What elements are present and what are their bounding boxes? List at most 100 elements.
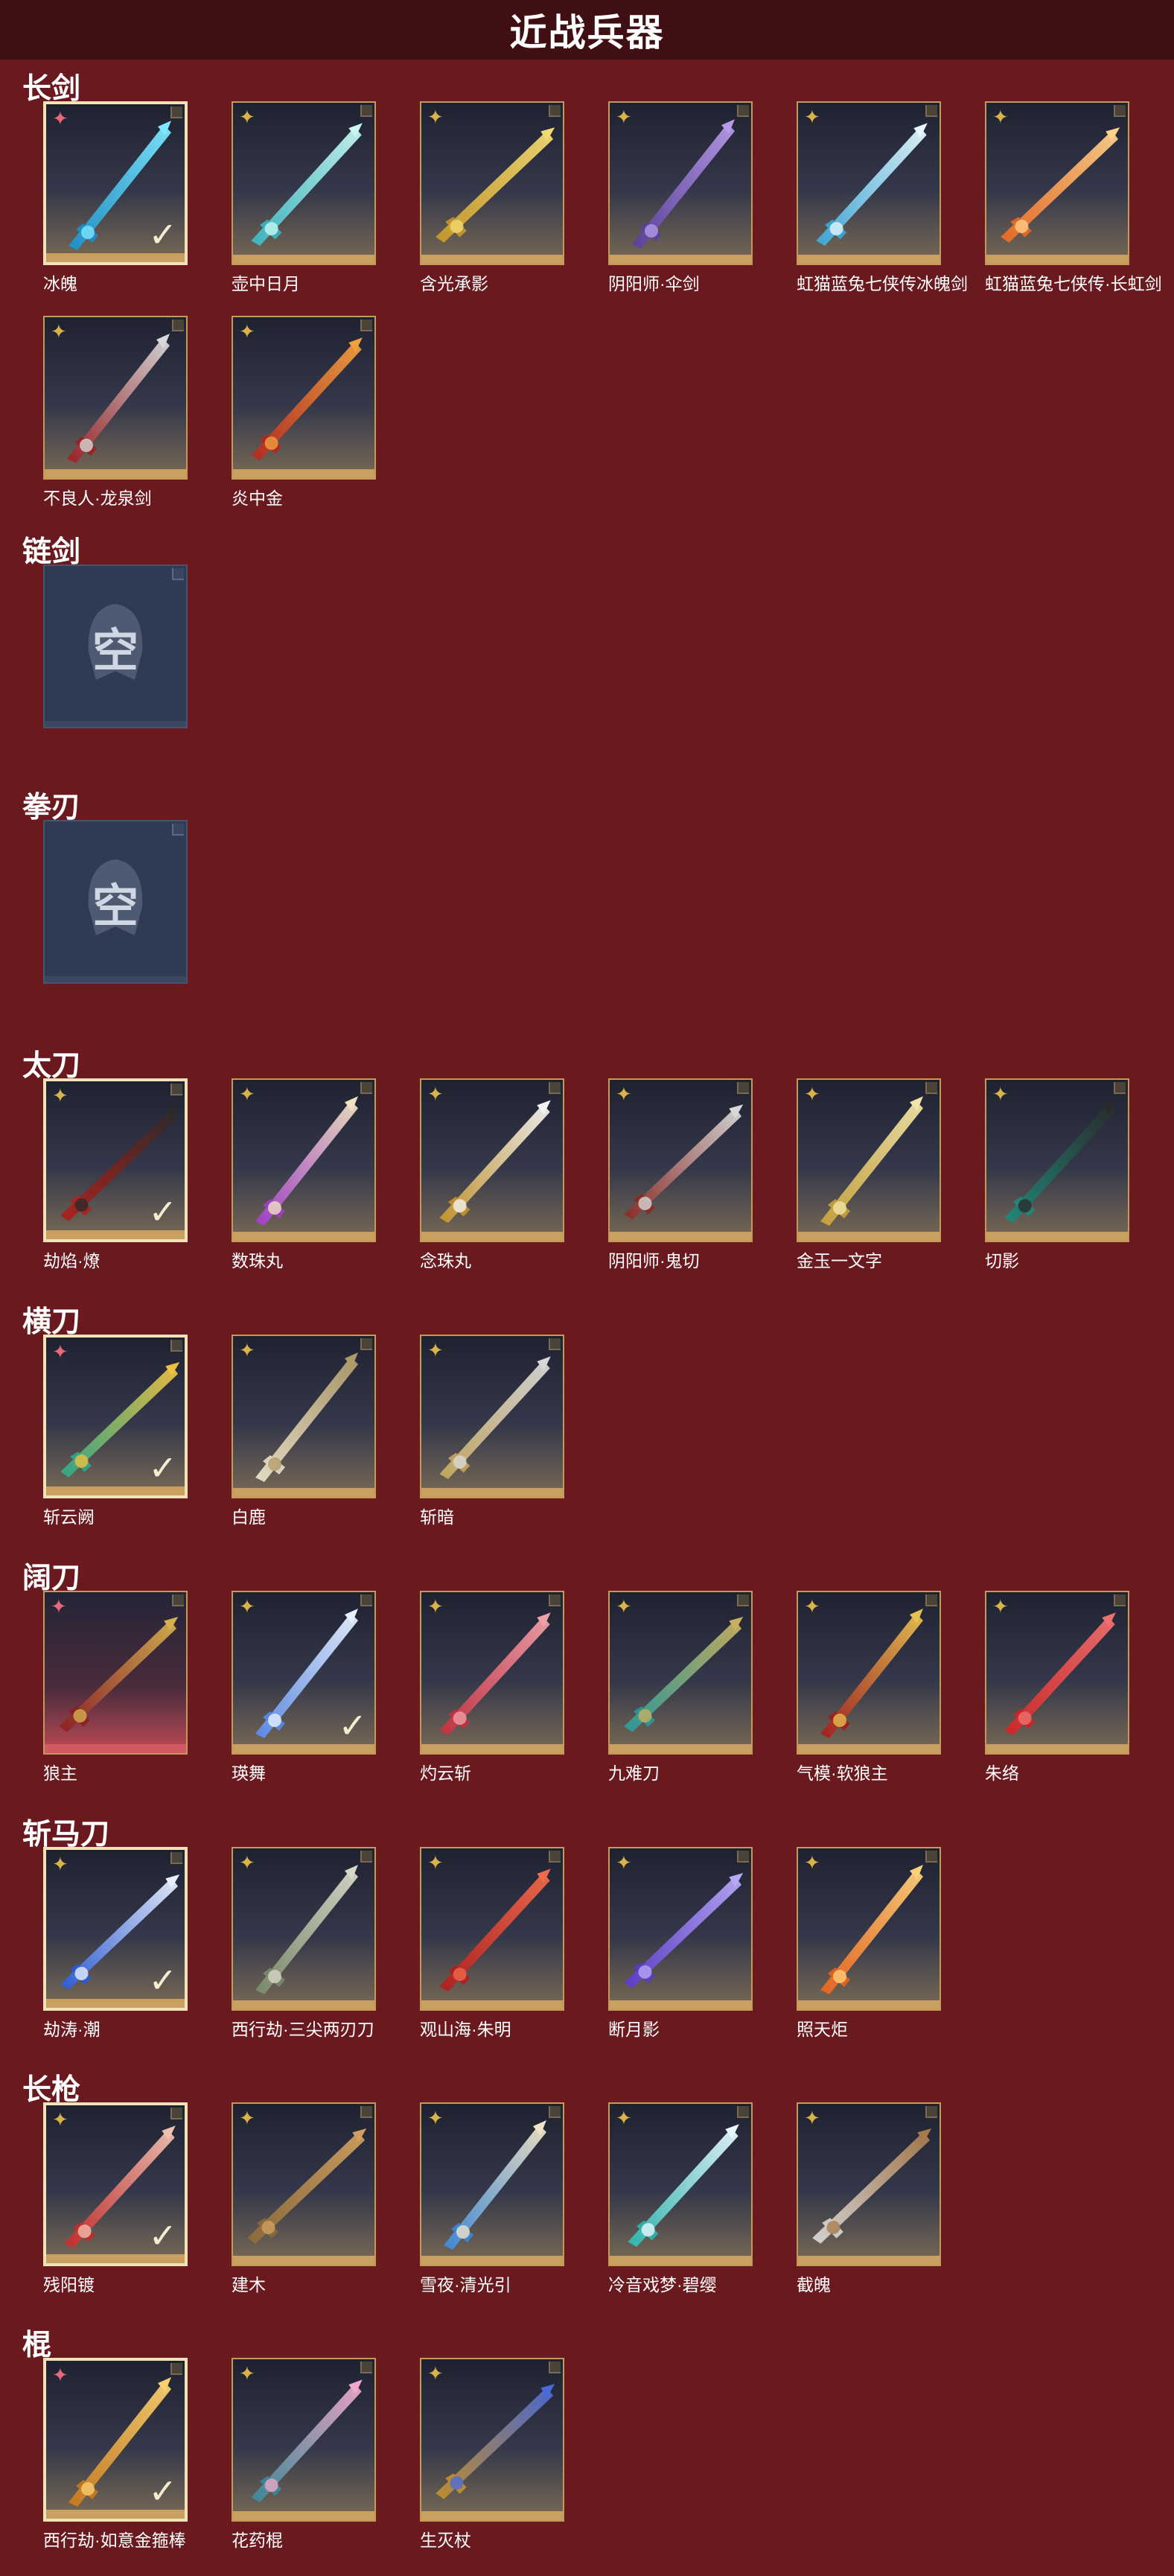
corner-tab-icon: [549, 1594, 561, 1606]
weapon-tile[interactable]: ✦: [608, 1591, 753, 1755]
weapon-card[interactable]: ✦ 数珠丸: [232, 1078, 376, 1272]
star-badge-icon: ✦: [52, 1853, 68, 1875]
weapon-tile[interactable]: ✦ ✓: [43, 101, 188, 265]
weapon-tile[interactable]: ✦: [985, 1078, 1129, 1242]
weapon-tile[interactable]: ✦: [420, 2102, 564, 2266]
corner-tab-icon: [360, 1338, 372, 1350]
weapon-name: 朱络: [985, 1764, 1019, 1783]
weapon-card[interactable]: ✦ 灼云斩: [420, 1591, 564, 1784]
weapon-card[interactable]: ✦ 白鹿: [232, 1335, 376, 1528]
empty-slot-tile[interactable]: 空: [43, 565, 188, 728]
weapon-tile[interactable]: ✦ ✓: [232, 1591, 376, 1755]
weapon-tile[interactable]: ✦: [608, 1847, 753, 2011]
weapon-name: 劫涛·潮: [43, 2020, 101, 2039]
weapon-card[interactable]: ✦ ✓ 斩云阙: [43, 1335, 188, 1528]
weapon-tile[interactable]: ✦: [420, 1591, 564, 1755]
weapon-tile[interactable]: ✦: [43, 316, 188, 480]
weapon-name: 观山海·朱明: [420, 2020, 511, 2039]
weapon-tile[interactable]: ✦: [797, 2102, 941, 2266]
weapon-tile[interactable]: ✦: [797, 101, 941, 265]
weapon-name: 冷音戏梦·碧缨: [608, 2275, 717, 2294]
weapon-card[interactable]: ✦ 西行劫·三尖两刃刀: [232, 1847, 376, 2041]
weapon-tile[interactable]: ✦ ✓: [43, 2102, 188, 2266]
weapon-card[interactable]: ✦ 照天炬: [797, 1847, 941, 2041]
weapon-tile[interactable]: ✦: [985, 1591, 1129, 1755]
weapon-card[interactable]: ✦ 金玉一文字: [797, 1078, 941, 1272]
weapon-card[interactable]: ✦ 不良人·龙泉剑: [43, 316, 188, 509]
weapon-card[interactable]: ✦ 生灭杖: [420, 2358, 564, 2551]
weapon-name: 炎中金: [232, 489, 283, 508]
weapon-name: 狼主: [43, 1764, 77, 1783]
corner-tab-icon: [925, 1082, 937, 1094]
weapon-card[interactable]: ✦ 炎中金: [232, 316, 376, 509]
weapon-card[interactable]: ✦ 切影: [985, 1078, 1129, 1272]
weapon-card[interactable]: ✦ 观山海·朱明: [420, 1847, 564, 2041]
weapon-card[interactable]: ✦ 朱络: [985, 1591, 1129, 1784]
weapon-tile[interactable]: ✦: [232, 1847, 376, 2011]
star-badge-icon: ✦: [616, 1595, 632, 1618]
weapon-card[interactable]: ✦ 虹猫蓝兔七侠传冰魄剑: [797, 101, 968, 295]
weapon-card[interactable]: ✦ 含光承影: [420, 101, 564, 295]
weapon-card[interactable]: ✦ 雪夜·清光引: [420, 2102, 564, 2296]
weapon-card[interactable]: ✦ ✓ 劫焰·燎: [43, 1078, 188, 1272]
corner-tab-icon: [360, 2106, 372, 2118]
weapon-tile[interactable]: ✦ ✓: [43, 1847, 188, 2011]
weapon-tile[interactable]: ✦: [420, 1847, 564, 2011]
weapon-tile[interactable]: ✦ ✓: [43, 2358, 188, 2522]
weapon-card[interactable]: ✦ ✓ 瑛舞: [232, 1591, 376, 1784]
checkmark-icon: ✓: [148, 215, 177, 254]
weapon-tile[interactable]: ✦: [43, 1591, 188, 1755]
weapon-card[interactable]: ✦ 花药棍: [232, 2358, 376, 2551]
weapon-card[interactable]: ✦ 断月影: [608, 1847, 753, 2041]
weapon-tile[interactable]: ✦ ✓: [43, 1078, 188, 1242]
weapon-card[interactable]: ✦ 建木: [232, 2102, 376, 2296]
weapon-card[interactable]: ✦ 狼主: [43, 1591, 188, 1784]
star-badge-icon: ✦: [804, 1595, 820, 1618]
weapon-tile[interactable]: ✦: [232, 1335, 376, 1498]
weapon-tile[interactable]: ✦: [797, 1591, 941, 1755]
corner-tab-icon: [172, 568, 184, 580]
weapon-card[interactable]: ✦ 九难刀: [608, 1591, 753, 1784]
weapon-name: 九难刀: [608, 1764, 660, 1783]
weapon-tile[interactable]: ✦: [232, 101, 376, 265]
weapon-card[interactable]: ✦ 气模·软狼主: [797, 1591, 941, 1784]
weapon-card[interactable]: ✦ ✓ 劫涛·潮: [43, 1847, 188, 2041]
checkmark-icon: ✓: [148, 2472, 177, 2510]
corner-tab-icon: [360, 319, 372, 331]
weapon-tile[interactable]: ✦: [985, 101, 1129, 265]
weapon-tile[interactable]: ✦: [420, 2358, 564, 2522]
empty-weapon-slot[interactable]: 空: [43, 565, 188, 728]
weapon-card[interactable]: ✦ ✓ 西行劫·如意金箍棒: [43, 2358, 188, 2551]
weapon-tile[interactable]: ✦: [232, 2358, 376, 2522]
empty-weapon-slot[interactable]: 空: [43, 820, 188, 984]
weapon-tile[interactable]: ✦: [420, 1078, 564, 1242]
weapon-name: 残阳镀: [43, 2275, 95, 2294]
weapon-card[interactable]: ✦ 虹猫蓝兔七侠传·长虹剑: [985, 101, 1162, 295]
corner-tab-icon: [170, 1340, 182, 1352]
weapon-card[interactable]: ✦ ✓ 残阳镀: [43, 2102, 188, 2296]
weapon-card[interactable]: ✦ 阴阳师·伞剑: [608, 101, 753, 295]
weapon-card[interactable]: ✦ 冷音戏梦·碧缨: [608, 2102, 753, 2296]
weapon-tile[interactable]: ✦: [420, 101, 564, 265]
weapon-card[interactable]: ✦ 阴阳师·鬼切: [608, 1078, 753, 1272]
weapon-tile[interactable]: ✦: [608, 101, 753, 265]
weapon-card[interactable]: ✦ 斩暗: [420, 1335, 564, 1528]
corner-tab-icon: [360, 1594, 372, 1606]
weapon-card[interactable]: ✦ ✓ 冰魄: [43, 101, 188, 295]
weapon-card[interactable]: ✦ 壶中日月: [232, 101, 376, 295]
weapon-card[interactable]: ✦ 截魄: [797, 2102, 941, 2296]
star-badge-icon: ✦: [804, 106, 820, 128]
empty-slot-tile[interactable]: 空: [43, 820, 188, 984]
weapon-tile[interactable]: ✦: [232, 2102, 376, 2266]
weapon-tile[interactable]: ✦: [797, 1847, 941, 2011]
weapon-tile[interactable]: ✦: [420, 1335, 564, 1498]
weapon-tile[interactable]: ✦: [797, 1078, 941, 1242]
corner-tab-icon: [737, 2106, 749, 2118]
weapon-tile[interactable]: ✦: [608, 1078, 753, 1242]
weapon-tile[interactable]: ✦: [608, 2102, 753, 2266]
weapon-tile[interactable]: ✦: [232, 316, 376, 480]
weapon-tile[interactable]: ✦: [232, 1078, 376, 1242]
weapon-card[interactable]: ✦ 念珠丸: [420, 1078, 564, 1272]
weapon-tile[interactable]: ✦ ✓: [43, 1335, 188, 1498]
weapon-name: 念珠丸: [420, 1251, 471, 1270]
